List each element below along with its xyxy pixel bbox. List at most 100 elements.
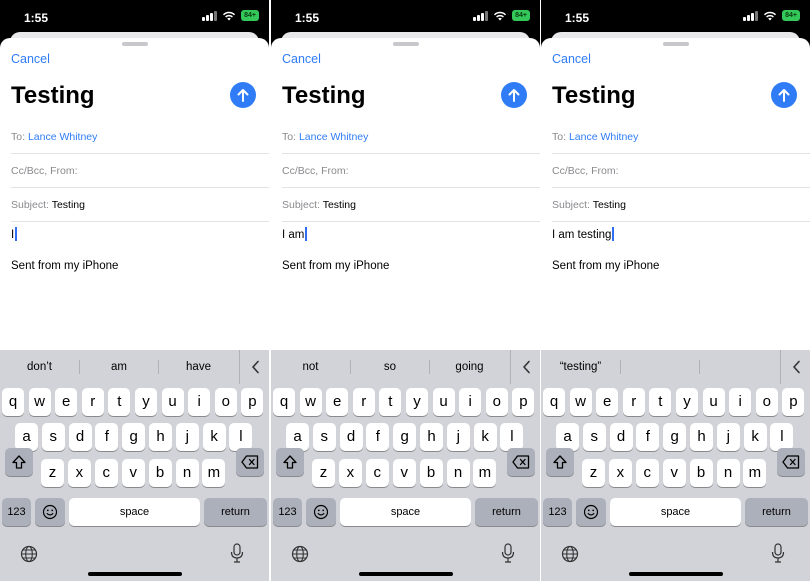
- key-a[interactable]: a: [15, 423, 38, 451]
- suggestion-1[interactable]: “testing”: [541, 350, 620, 384]
- message-body[interactable]: I: [11, 227, 18, 241]
- key-y[interactable]: y: [135, 388, 157, 416]
- key-r[interactable]: r: [81, 388, 104, 416]
- key-p[interactable]: p: [241, 388, 264, 416]
- suggestion-1[interactable]: don’t: [0, 350, 79, 384]
- key-c[interactable]: c: [635, 459, 659, 487]
- key-h[interactable]: h: [149, 423, 172, 451]
- key-m[interactable]: m: [473, 459, 497, 487]
- globe-icon[interactable]: [291, 545, 309, 563]
- subject-field[interactable]: Subject: Testing: [552, 189, 810, 222]
- key-z[interactable]: z: [312, 459, 335, 487]
- key-x[interactable]: x: [338, 459, 362, 487]
- key-n[interactable]: n: [446, 459, 470, 487]
- key-v[interactable]: v: [121, 459, 145, 487]
- collapse-suggestions-button[interactable]: [239, 350, 269, 384]
- microphone-icon[interactable]: [771, 543, 785, 563]
- send-button[interactable]: [230, 82, 256, 108]
- suggestion-3[interactable]: going: [430, 350, 509, 384]
- key-l[interactable]: l: [500, 423, 524, 451]
- key-x[interactable]: x: [608, 459, 632, 487]
- key-w[interactable]: w: [299, 388, 322, 416]
- return-key[interactable]: return: [204, 498, 267, 526]
- key-p[interactable]: p: [782, 388, 805, 416]
- key-k[interactable]: k: [743, 423, 767, 451]
- collapse-suggestions-button[interactable]: [510, 350, 540, 384]
- emoji-key[interactable]: [306, 498, 336, 526]
- key-n[interactable]: n: [175, 459, 199, 487]
- key-q[interactable]: q: [2, 388, 24, 416]
- key-g[interactable]: g: [393, 423, 417, 451]
- cancel-button[interactable]: Cancel: [11, 52, 50, 66]
- suggestion-2[interactable]: am: [80, 350, 158, 384]
- key-o[interactable]: o: [755, 388, 778, 416]
- space-key[interactable]: space: [610, 498, 741, 526]
- key-e[interactable]: e: [55, 388, 78, 416]
- key-a[interactable]: a: [286, 423, 309, 451]
- recipient-token[interactable]: Lance Whitney: [569, 131, 638, 143]
- key-s[interactable]: s: [312, 423, 336, 451]
- key-t[interactable]: t: [649, 388, 672, 416]
- globe-icon[interactable]: [561, 545, 579, 563]
- key-j[interactable]: j: [446, 423, 470, 451]
- key-b[interactable]: b: [148, 459, 172, 487]
- key-l[interactable]: l: [229, 423, 253, 451]
- numbers-key[interactable]: 123: [2, 498, 31, 526]
- key-z[interactable]: z: [582, 459, 605, 487]
- send-button[interactable]: [501, 82, 527, 108]
- key-u[interactable]: u: [702, 388, 725, 416]
- suggestion-2[interactable]: so: [351, 350, 429, 384]
- backspace-key[interactable]: [777, 448, 805, 476]
- recipient-token[interactable]: Lance Whitney: [299, 131, 368, 143]
- suggestion-1[interactable]: not: [271, 350, 350, 384]
- key-i[interactable]: i: [459, 388, 482, 416]
- key-w[interactable]: w: [569, 388, 592, 416]
- key-b[interactable]: b: [689, 459, 713, 487]
- key-l[interactable]: l: [770, 423, 794, 451]
- cancel-button[interactable]: Cancel: [552, 52, 591, 66]
- space-key[interactable]: space: [340, 498, 471, 526]
- suggestion-2[interactable]: [621, 350, 699, 384]
- email-signature[interactable]: Sent from my iPhone: [282, 260, 389, 272]
- key-r[interactable]: r: [352, 388, 375, 416]
- key-t[interactable]: t: [379, 388, 402, 416]
- key-m[interactable]: m: [743, 459, 767, 487]
- backspace-key[interactable]: [236, 448, 264, 476]
- key-q[interactable]: q: [273, 388, 295, 416]
- subject-value[interactable]: Testing: [52, 199, 85, 211]
- cancel-button[interactable]: Cancel: [282, 52, 321, 66]
- shift-key[interactable]: [546, 448, 574, 476]
- to-field[interactable]: To: Lance Whitney: [11, 121, 269, 154]
- key-m[interactable]: m: [202, 459, 226, 487]
- key-g[interactable]: g: [122, 423, 146, 451]
- key-v[interactable]: v: [662, 459, 686, 487]
- key-y[interactable]: y: [676, 388, 698, 416]
- key-g[interactable]: g: [663, 423, 687, 451]
- key-y[interactable]: y: [406, 388, 428, 416]
- key-k[interactable]: k: [473, 423, 497, 451]
- shift-key[interactable]: [276, 448, 304, 476]
- sheet-grabber[interactable]: [662, 42, 689, 46]
- numbers-key[interactable]: 123: [543, 498, 572, 526]
- suggestion-3[interactable]: have: [159, 350, 238, 384]
- key-f[interactable]: f: [366, 423, 390, 451]
- key-d[interactable]: d: [68, 423, 92, 451]
- email-signature[interactable]: Sent from my iPhone: [11, 260, 118, 272]
- space-key[interactable]: space: [69, 498, 200, 526]
- key-z[interactable]: z: [41, 459, 64, 487]
- key-k[interactable]: k: [202, 423, 226, 451]
- key-f[interactable]: f: [636, 423, 660, 451]
- emoji-key[interactable]: [576, 498, 606, 526]
- to-field[interactable]: To: Lance Whitney: [552, 121, 810, 154]
- key-e[interactable]: e: [326, 388, 349, 416]
- sheet-grabber[interactable]: [392, 42, 419, 46]
- key-a[interactable]: a: [556, 423, 579, 451]
- subject-value[interactable]: Testing: [323, 199, 356, 211]
- key-r[interactable]: r: [622, 388, 645, 416]
- key-t[interactable]: t: [108, 388, 131, 416]
- key-o[interactable]: o: [485, 388, 508, 416]
- key-b[interactable]: b: [419, 459, 443, 487]
- subject-field[interactable]: Subject: Testing: [11, 189, 269, 222]
- key-s[interactable]: s: [41, 423, 65, 451]
- cc-bcc-from-field[interactable]: Cc/Bcc, From:: [552, 155, 810, 188]
